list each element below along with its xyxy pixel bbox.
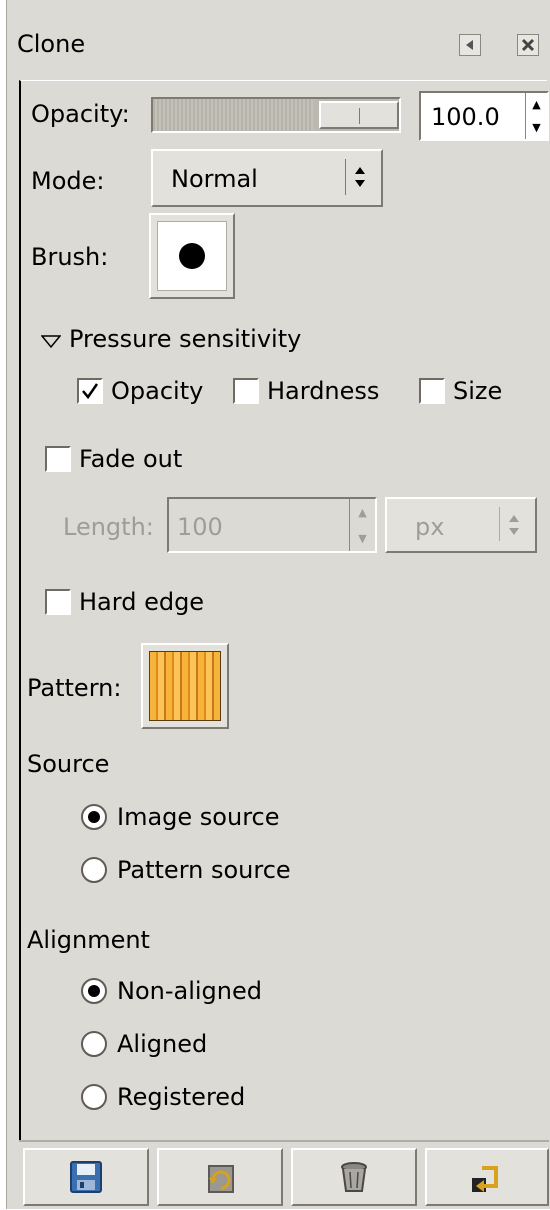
window-title: Clone [17, 30, 86, 58]
spin-up-icon[interactable]: ▲ [350, 499, 375, 525]
length-spinbox[interactable]: 100 ▲ ▼ [167, 497, 377, 553]
updown-arrows-icon [355, 167, 365, 187]
pressure-sensitivity-label: Pressure sensitivity [69, 325, 302, 353]
brush-selector-button[interactable] [149, 213, 235, 299]
pattern-selector-button[interactable] [141, 643, 229, 729]
brush-label: Brush: [31, 243, 109, 271]
length-label: Length: [63, 513, 154, 541]
detach-button[interactable] [459, 34, 481, 56]
delete-options-button[interactable] [291, 1148, 417, 1206]
reset-icon [472, 1166, 498, 1192]
mode-dropdown[interactable]: Normal [151, 149, 383, 207]
aligned-radio[interactable] [81, 1031, 107, 1057]
expander-triangle-icon [41, 335, 61, 349]
close-button[interactable] [517, 34, 539, 56]
close-icon [521, 38, 535, 52]
opacity-spinbox[interactable]: 100.0 ▲ ▼ [419, 91, 549, 141]
aligned-label: Aligned [117, 1030, 208, 1058]
registered-label: Registered [117, 1083, 246, 1111]
footer-button-bar [19, 1140, 549, 1210]
image-source-label: Image source [117, 803, 280, 831]
updown-arrows-icon [509, 515, 519, 535]
tool-options-panel: Opacity: 100.0 ▲ ▼ Mode: Normal Brush: P… [19, 80, 549, 1140]
pressure-hardness-label: Hardness [267, 377, 380, 405]
image-source-radio[interactable] [81, 804, 107, 830]
delete-icon [341, 1162, 367, 1192]
pressure-hardness-checkbox[interactable] [233, 378, 259, 404]
unit-value: px [415, 513, 445, 541]
registered-radio[interactable] [81, 1084, 107, 1110]
non-aligned-radio[interactable] [81, 978, 107, 1004]
checkmark-icon [82, 383, 99, 400]
length-unit-dropdown[interactable]: px [385, 497, 537, 553]
restore-options-button[interactable] [157, 1148, 283, 1206]
pressure-sensitivity-expander[interactable]: Pressure sensitivity [31, 323, 371, 359]
pressure-size-label: Size [453, 377, 503, 405]
pressure-opacity-label: Opacity [111, 377, 204, 405]
wood-pattern-icon [149, 651, 221, 721]
round-brush-icon [179, 243, 205, 269]
restore-icon [208, 1165, 234, 1193]
opacity-label: Opacity: [31, 100, 130, 128]
opacity-value[interactable]: 100.0 [431, 103, 500, 131]
pattern-source-label: Pattern source [117, 856, 291, 884]
pressure-opacity-checkbox[interactable] [77, 378, 103, 404]
clone-tool-options-window: Clone Opacity: 100.0 ▲ ▼ Mode: Normal Br… [6, 0, 550, 1209]
mode-value: Normal [171, 165, 258, 193]
hard-edge-checkbox[interactable] [45, 589, 71, 615]
fade-out-label: Fade out [79, 445, 183, 473]
reset-options-button[interactable] [425, 1148, 549, 1206]
length-value[interactable]: 100 [177, 513, 223, 541]
detach-arrow-icon [466, 40, 473, 50]
mode-label: Mode: [31, 167, 105, 195]
fade-out-checkbox[interactable] [45, 446, 71, 472]
save-options-button[interactable] [23, 1148, 149, 1206]
spin-up-icon[interactable]: ▲ [526, 93, 547, 116]
slider-fill [153, 99, 313, 131]
title-bar: Clone [7, 0, 550, 82]
source-heading: Source [27, 750, 110, 778]
opacity-slider[interactable] [151, 97, 401, 133]
spin-down-icon[interactable]: ▼ [526, 116, 547, 139]
pressure-size-checkbox[interactable] [419, 378, 445, 404]
hard-edge-label: Hard edge [79, 588, 205, 616]
pattern-source-radio[interactable] [81, 857, 107, 883]
opacity-spin-arrows[interactable]: ▲ ▼ [525, 93, 547, 139]
non-aligned-label: Non-aligned [117, 977, 262, 1005]
slider-handle[interactable] [319, 101, 399, 129]
spin-down-icon[interactable]: ▼ [350, 525, 375, 551]
length-spin-arrows[interactable]: ▲ ▼ [349, 499, 375, 551]
save-icon [70, 1161, 102, 1193]
pattern-label: Pattern: [27, 674, 122, 702]
alignment-heading: Alignment [27, 926, 150, 954]
